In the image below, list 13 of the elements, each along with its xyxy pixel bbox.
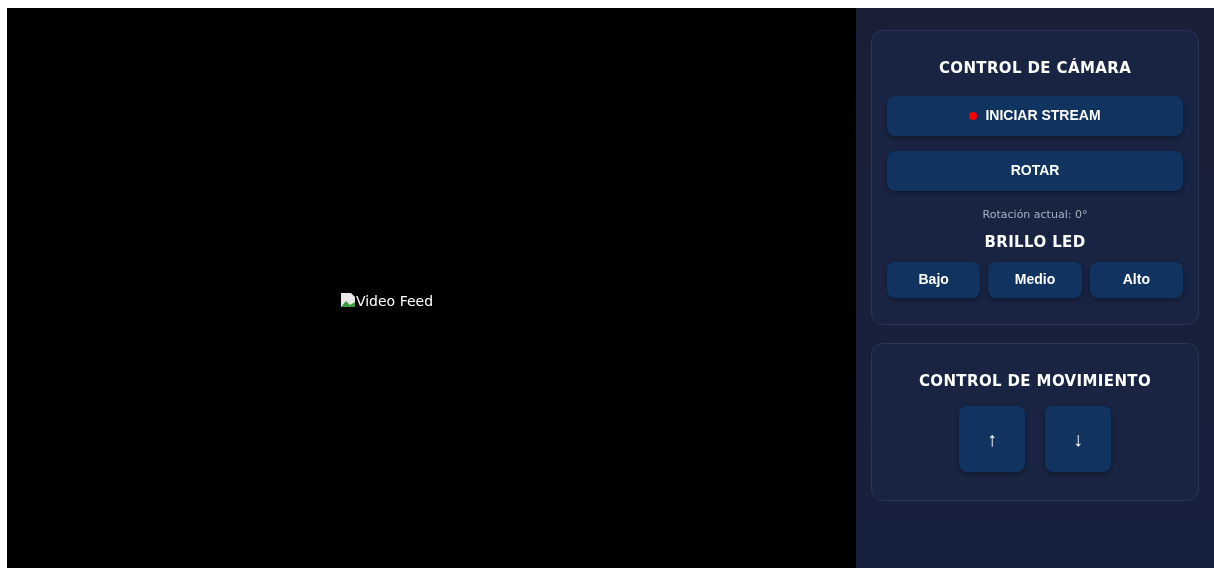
rotate-button[interactable]: ROTAR <box>887 150 1183 191</box>
rotation-status: Rotación actual: 0° <box>982 206 1088 223</box>
led-level-button[interactable]: Medio <box>988 261 1082 298</box>
start-stream-button[interactable]: INICIAR STREAM <box>887 95 1183 136</box>
broken-image-icon <box>339 292 356 308</box>
camera-control-title: CONTROL DE CÁMARA <box>938 57 1132 79</box>
led-level-button[interactable]: Bajo <box>887 261 981 298</box>
video-alt-text: Video Feed <box>355 294 434 308</box>
led-level-button[interactable]: Alto <box>1089 261 1183 298</box>
move-button[interactable]: ↑ <box>959 406 1025 472</box>
move-button[interactable]: ↓ <box>1045 406 1111 472</box>
movement-control-title: CONTROL DE MOVIMIENTO <box>918 370 1152 392</box>
led-brightness-title: BRILLO LED <box>984 232 1086 253</box>
